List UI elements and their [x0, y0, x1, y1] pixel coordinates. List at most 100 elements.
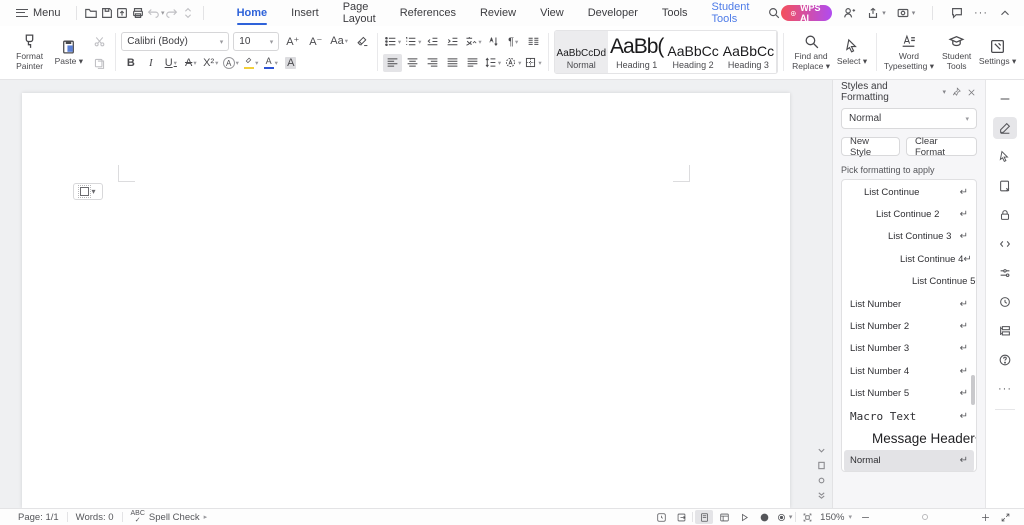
change-case-button[interactable]: Aa ▾: [329, 32, 349, 50]
fullscreen-icon[interactable]: [996, 510, 1014, 524]
open-icon[interactable]: [83, 4, 99, 22]
read-mode-icon[interactable]: [735, 510, 753, 524]
wps-ai-button[interactable]: WPS AI: [781, 3, 833, 23]
style-item-list-continue-4[interactable]: List Continue 4 ↵: [844, 248, 974, 270]
select-button[interactable]: Select ▾: [833, 29, 871, 75]
lock-icon[interactable]: [993, 204, 1017, 226]
web-layout-icon[interactable]: [715, 510, 733, 524]
sync-icon[interactable]: [180, 4, 196, 22]
tab-home[interactable]: Home: [225, 0, 280, 26]
style-item-list-number-4[interactable]: List Number 4 ↵: [844, 360, 974, 382]
cut-icon[interactable]: [88, 32, 110, 50]
style-heading-2[interactable]: AaBbCc Heading 2: [665, 31, 720, 73]
document-canvas[interactable]: ▾: [0, 80, 832, 508]
zoom-in-icon[interactable]: [976, 510, 994, 524]
structure-icon[interactable]: [993, 320, 1017, 342]
font-name-select[interactable]: Calibri (Body) ▾: [121, 32, 230, 51]
style-item-list-number-3[interactable]: List Number 3 ↵: [844, 338, 974, 360]
settings-button[interactable]: Settings ▾: [977, 29, 1018, 75]
undo-icon[interactable]: ▾: [146, 4, 165, 22]
history-icon[interactable]: [993, 291, 1017, 313]
save-icon[interactable]: [99, 4, 115, 22]
style-normal[interactable]: AaBbCcDd Normal: [554, 31, 609, 73]
selection-pane-icon[interactable]: [993, 146, 1017, 168]
paste-button[interactable]: Paste ▾: [49, 29, 88, 75]
style-item-list-continue[interactable]: List Continue ↵: [844, 181, 974, 203]
task-window-icon[interactable]: [652, 510, 670, 524]
bold-button[interactable]: B: [121, 54, 140, 72]
style-item-list-continue-3[interactable]: List Continue 3 ↵: [844, 226, 974, 248]
style-heading-1[interactable]: AaBb( Heading 1: [608, 31, 665, 73]
justify-button[interactable]: [443, 54, 462, 72]
panel-title-dropdown-icon[interactable]: ▾: [942, 88, 946, 96]
text-effects-button[interactable]: A ▾: [221, 54, 240, 72]
pin-icon[interactable]: [952, 86, 963, 98]
word-typesetting-button[interactable]: Word Typesetting ▾: [882, 29, 937, 75]
distribute-button[interactable]: [463, 54, 482, 72]
student-tools-button[interactable]: Student Tools: [936, 29, 977, 75]
styles-pen-icon[interactable]: [993, 117, 1017, 139]
more-tools-icon[interactable]: ···: [993, 378, 1017, 400]
gallery-more-icon[interactable]: ▿: [777, 62, 778, 70]
next-page-icon[interactable]: [817, 491, 826, 500]
tab-developer[interactable]: Developer: [576, 0, 650, 26]
gallery-down-icon[interactable]: ▾: [777, 48, 778, 56]
page-frame-quick-button[interactable]: ▾: [73, 183, 103, 200]
menu-button[interactable]: Menu: [8, 7, 69, 19]
char-shading-button[interactable]: A: [281, 54, 300, 72]
new-style-button[interactable]: New Style: [841, 136, 900, 158]
sort-button[interactable]: [484, 33, 503, 51]
previous-page-icon[interactable]: [817, 461, 826, 470]
share-icon[interactable]: ▾: [866, 6, 886, 20]
shrink-font-button[interactable]: A⁻: [306, 32, 325, 50]
night-mode-icon[interactable]: ▾: [775, 510, 793, 524]
line-spacing-button[interactable]: ▾: [483, 54, 502, 72]
italic-button[interactable]: I: [141, 54, 160, 72]
collapse-panel-icon[interactable]: [993, 88, 1017, 110]
tab-insert[interactable]: Insert: [279, 0, 331, 26]
style-item-list-continue-5[interactable]: List Continue 5↵: [844, 271, 976, 293]
zoom-out-icon[interactable]: [856, 510, 874, 524]
font-color-button[interactable]: A ▾: [261, 54, 280, 72]
align-left-button[interactable]: [382, 53, 402, 72]
collapse-ribbon-icon[interactable]: [998, 6, 1012, 20]
print-icon[interactable]: [130, 4, 146, 22]
help-icon[interactable]: [993, 349, 1017, 371]
asian-layout-button[interactable]: ▾: [463, 33, 482, 51]
redo-icon[interactable]: [165, 4, 181, 22]
clear-format-button-panel[interactable]: Clear Format: [905, 136, 977, 158]
style-filter-select[interactable]: Normal ▾: [841, 108, 977, 129]
zoom-level[interactable]: 150% ▾: [818, 512, 854, 523]
fit-page-icon[interactable]: [798, 510, 816, 524]
print-layout-icon[interactable]: [695, 510, 714, 524]
bullets-button[interactable]: ▾: [383, 33, 402, 51]
spell-check[interactable]: ABC ✓ Spell Check ▸: [123, 510, 216, 524]
word-count[interactable]: Words: 0: [68, 512, 122, 523]
tab-view[interactable]: View: [528, 0, 576, 26]
close-panel-icon[interactable]: [966, 87, 977, 98]
style-item-normal[interactable]: Normal ↵: [844, 449, 974, 471]
align-right-button[interactable]: [423, 54, 442, 72]
style-item-list-number-2[interactable]: List Number 2 ↵: [844, 315, 974, 337]
underline-button[interactable]: U ▾: [161, 54, 180, 72]
invite-icon[interactable]: [842, 6, 856, 20]
strikethrough-button[interactable]: A ▾: [181, 54, 200, 72]
export-icon[interactable]: [115, 4, 131, 22]
tab-tools[interactable]: Tools: [650, 0, 700, 26]
more-icon[interactable]: ···: [974, 7, 988, 19]
export-view-icon[interactable]: [672, 510, 690, 524]
copy-icon[interactable]: [88, 54, 110, 72]
style-item-list-number-5[interactable]: List Number 5 ↵: [844, 383, 974, 405]
gallery-up-icon[interactable]: ▴: [777, 34, 778, 42]
superscript-button[interactable]: X² ▾: [201, 54, 220, 72]
browse-object-icon[interactable]: [817, 476, 826, 485]
show-marks-button[interactable]: ¶ ▾: [504, 33, 523, 51]
search-icon[interactable]: [767, 6, 781, 20]
find-replace-button[interactable]: Find and Replace ▾: [789, 29, 833, 75]
grow-font-button[interactable]: A⁺: [283, 32, 302, 50]
style-heading-3[interactable]: AaBbCc Heading 3: [721, 31, 776, 73]
style-item-list-continue-2[interactable]: List Continue 2 ↵: [844, 203, 974, 225]
format-painter-button[interactable]: Format Painter: [10, 29, 49, 75]
extract-page-icon[interactable]: [993, 175, 1017, 197]
font-size-select[interactable]: 10 ▾: [233, 32, 280, 51]
